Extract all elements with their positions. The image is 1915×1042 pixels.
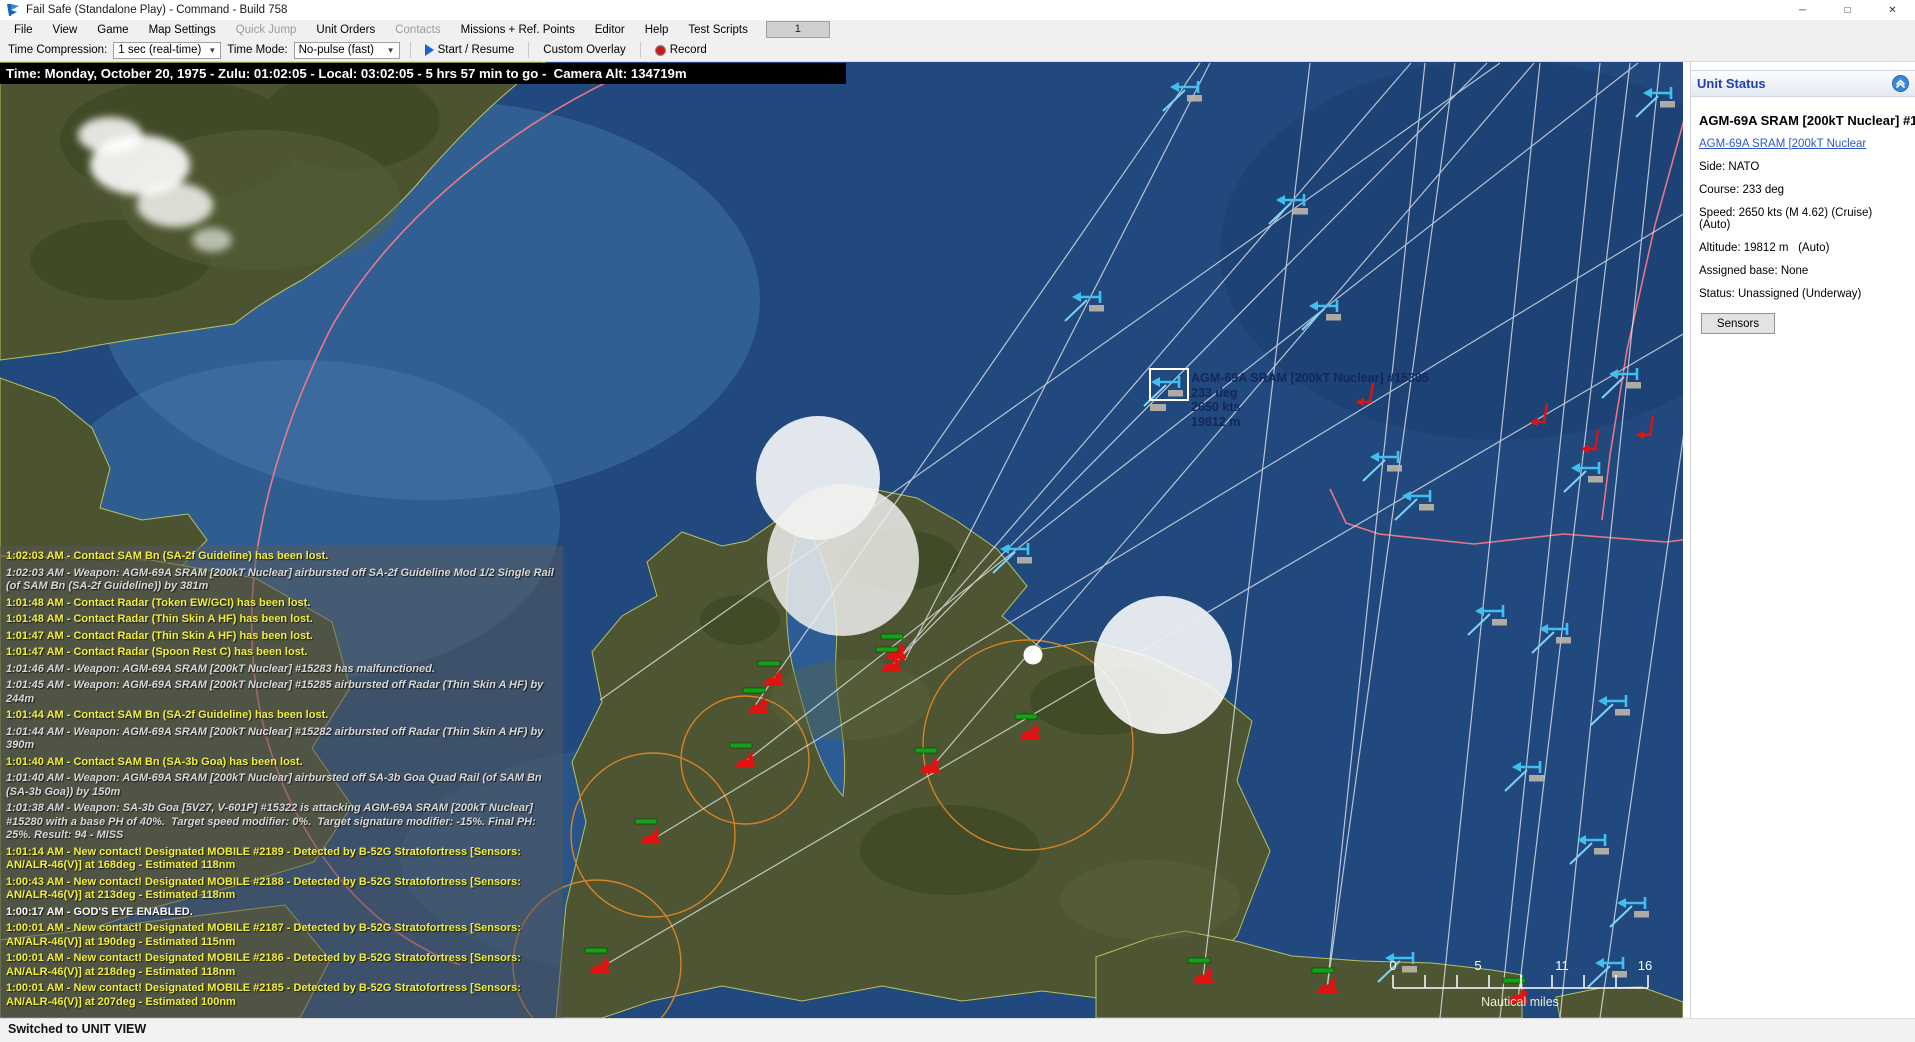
log-message: 1:01:48 AM - Contact Radar (Token EW/GCI… <box>6 597 557 611</box>
unit-field: Altitude: 19812 m (Auto) <box>1699 242 1907 254</box>
menu-item[interactable]: Missions + Ref. Points <box>451 24 585 36</box>
log-message: 1:01:45 AM - Weapon: AGM-69A SRAM [200kT… <box>6 679 557 706</box>
log-message: 1:01:44 AM - Weapon: AGM-69A SRAM [200kT… <box>6 726 557 753</box>
log-message: 1:01:48 AM - Contact Radar (Thin Skin A … <box>6 613 557 627</box>
log-message: 1:01:14 AM - New contact! Designated MOB… <box>6 846 557 873</box>
selected-unit-name: AGM-69A SRAM [200kT Nuclear] #15305 <box>1191 371 1429 386</box>
selected-unit-speed: 2650 kts <box>1191 400 1429 415</box>
close-icon[interactable]: ✕ <box>1870 0 1915 20</box>
record-button[interactable]: Record <box>651 44 711 56</box>
menu-item[interactable]: Contacts <box>385 24 450 36</box>
scale-tick-label: 16 <box>1638 958 1652 973</box>
record-icon <box>655 45 666 56</box>
time-compression-select[interactable]: 1 sec (real-time) ▼ <box>113 42 221 59</box>
record-label: Record <box>670 44 707 56</box>
menu-items: FileViewGameMap SettingsQuick JumpUnit O… <box>4 24 758 36</box>
unit-status-header: Unit Status <box>1691 70 1915 97</box>
unit-status-panel: Unit Status AGM-69A SRAM [200kT Nuclear]… <box>1690 62 1915 1018</box>
time-mode-select[interactable]: No-pulse (fast) ▼ <box>294 42 400 59</box>
log-message: 1:00:43 AM - New contact! Designated MOB… <box>6 876 557 903</box>
app-icon <box>6 3 20 17</box>
log-message: 1:01:40 AM - Weapon: AGM-69A SRAM [200kT… <box>6 772 557 799</box>
unit-title: AGM-69A SRAM [200kT Nuclear] #15305 <box>1699 113 1915 128</box>
menu-item[interactable]: Map Settings <box>139 24 226 36</box>
log-message: 1:01:38 AM - Weapon: SA-3b Goa [5V27, V-… <box>6 802 557 843</box>
window-controls: ─ □ ✕ <box>1780 0 1915 20</box>
unit-field: Status: Unassigned (Underway) <box>1699 288 1907 300</box>
time-mode-label: Time Mode: <box>227 44 287 56</box>
log-message: 1:01:46 AM - Weapon: AGM-69A SRAM [200kT… <box>6 663 557 677</box>
menu-item[interactable]: Quick Jump <box>226 24 307 36</box>
custom-overlay-button[interactable]: Custom Overlay <box>539 44 629 56</box>
log-message: 1:01:40 AM - Contact SAM Bn (SA-3b Goa) … <box>6 756 557 770</box>
time-status-bar: Time: Monday, October 20, 1975 - Zulu: 0… <box>0 63 846 84</box>
log-message: 1:01:44 AM - Contact SAM Bn (SA-2f Guide… <box>6 709 557 723</box>
menu-item[interactable]: Help <box>635 24 679 36</box>
collapse-panel-icon[interactable] <box>1892 75 1909 92</box>
unit-field: Assigned base: None <box>1699 265 1907 277</box>
chevron-down-icon: ▼ <box>387 46 395 55</box>
message-log: 1:02:03 AM - Contact SAM Bn (SA-2f Guide… <box>0 546 563 1018</box>
scale-tick-label: 11 <box>1555 958 1569 973</box>
toolbar: Time Compression: 1 sec (real-time) ▼ Ti… <box>0 39 1915 62</box>
log-message: 1:01:47 AM - Contact Radar (Thin Skin A … <box>6 630 557 644</box>
chevron-down-icon: ▼ <box>208 46 216 55</box>
log-message: 1:01:47 AM - Contact Radar (Spoon Rest C… <box>6 646 557 660</box>
unit-fields: Side: NATO Course: 233 deg Speed: 2650 kts… <box>1691 161 1915 300</box>
scale-unit-label: Nautical miles <box>1481 995 1559 1009</box>
menu-item[interactable]: Editor <box>585 24 635 36</box>
selected-unit-altitude: 19812 m <box>1191 415 1429 430</box>
log-message: 1:00:01 AM - New contact! Designated MOB… <box>6 952 557 979</box>
unit-field: Speed: 2650 kts (M 4.62) (Cruise) (Auto) <box>1699 207 1907 231</box>
unit-status-header-label: Unit Status <box>1697 76 1766 91</box>
panel-divider <box>1683 62 1690 1018</box>
window-title-bar: Fail Safe (Standalone Play) - Command - … <box>0 0 1915 20</box>
toolbar-separator <box>640 42 641 58</box>
menu-item[interactable]: Unit Orders <box>306 24 385 36</box>
menu-item[interactable]: Game <box>87 24 138 36</box>
menu-item[interactable]: View <box>43 24 88 36</box>
log-message: 1:00:01 AM - New contact! Designated MOB… <box>6 982 557 1009</box>
unit-field: Side: NATO <box>1699 161 1907 173</box>
toolbar-separator <box>528 42 529 58</box>
scale-tick-label: 0 <box>1389 958 1396 973</box>
time-compression-value: 1 sec (real-time) <box>118 44 201 56</box>
test-scripts-counter: 1 <box>766 21 830 38</box>
time-mode-value: No-pulse (fast) <box>299 44 374 56</box>
scale-tick-label: 5 <box>1474 958 1481 973</box>
window-title: Fail Safe (Standalone Play) - Command - … <box>26 4 287 16</box>
selected-unit-datablock: AGM-69A SRAM [200kT Nuclear] #15305 233 … <box>1191 371 1429 429</box>
start-resume-button[interactable]: Start / Resume <box>421 44 519 56</box>
minimize-icon[interactable]: ─ <box>1780 0 1825 20</box>
start-resume-label: Start / Resume <box>438 44 515 56</box>
menu-item[interactable]: Test Scripts <box>678 24 757 36</box>
menu-bar: FileViewGameMap SettingsQuick JumpUnit O… <box>0 20 1915 39</box>
menu-item[interactable]: File <box>4 24 43 36</box>
sensors-button[interactable]: Sensors <box>1701 313 1775 334</box>
status-bar: Switched to UNIT VIEW <box>0 1018 1915 1042</box>
log-message: 1:02:03 AM - Weapon: AGM-69A SRAM [200kT… <box>6 567 557 594</box>
unit-database-link[interactable]: AGM-69A SRAM [200kT Nuclear <box>1699 138 1915 150</box>
log-message: 1:00:17 AM - GOD'S EYE ENABLED. <box>6 906 557 920</box>
time-compression-label: Time Compression: <box>8 44 107 56</box>
log-message: 1:02:03 AM - Contact SAM Bn (SA-2f Guide… <box>6 550 557 564</box>
log-message: 1:00:01 AM - New contact! Designated MOB… <box>6 922 557 949</box>
toolbar-separator <box>410 42 411 58</box>
selected-unit-course: 233 deg <box>1191 386 1429 401</box>
custom-overlay-label: Custom Overlay <box>543 44 625 56</box>
unit-field: Course: 233 deg <box>1699 184 1907 196</box>
play-icon <box>425 44 434 56</box>
maximize-icon[interactable]: □ <box>1825 0 1870 20</box>
